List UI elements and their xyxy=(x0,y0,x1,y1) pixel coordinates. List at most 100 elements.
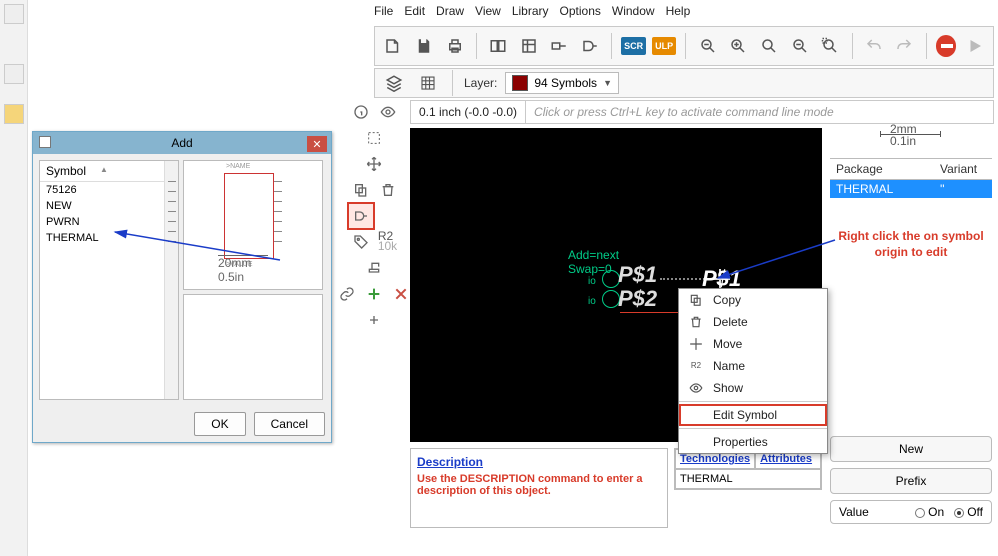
dialog-icon xyxy=(39,136,51,148)
select-icon[interactable] xyxy=(362,126,386,150)
symbol-list-header[interactable]: Symbol▲ xyxy=(40,161,178,182)
print-icon[interactable] xyxy=(442,33,467,59)
tech-row[interactable]: THERMAL xyxy=(675,469,821,489)
cancel-button[interactable]: Cancel xyxy=(254,412,325,436)
zoom-out-icon[interactable] xyxy=(695,33,720,59)
list-item[interactable]: PWRN xyxy=(40,214,178,230)
move-icon xyxy=(687,337,705,351)
preview-ruler: 20mm0.5in xyxy=(218,255,288,284)
package-col[interactable]: Package xyxy=(830,159,934,179)
menu-help[interactable]: Help xyxy=(666,4,691,18)
list-item[interactable]: THERMAL xyxy=(40,230,178,246)
prefix-button[interactable]: Prefix xyxy=(830,468,992,494)
redo-icon[interactable] xyxy=(892,33,917,59)
variant-col[interactable]: Variant xyxy=(934,159,992,179)
trash-icon xyxy=(687,315,705,329)
paint-icon[interactable] xyxy=(362,256,386,280)
menu-view[interactable]: View xyxy=(475,4,501,18)
package-name: THERMAL xyxy=(830,180,934,198)
close-icon[interactable]: ✕ xyxy=(307,136,327,152)
command-line[interactable]: Click or press Ctrl+L key to activate co… xyxy=(526,105,993,119)
canvas-pin-name: P$1 xyxy=(618,262,657,288)
plus-small-icon[interactable] xyxy=(362,308,386,332)
plus-icon[interactable] xyxy=(362,282,386,306)
tag-icon[interactable] xyxy=(349,230,373,254)
gate-icon[interactable] xyxy=(578,33,603,59)
ctx-copy[interactable]: Copy xyxy=(679,289,827,311)
ctx-separator xyxy=(679,401,827,402)
toolbar-separator xyxy=(611,33,612,59)
symbol-list[interactable]: Symbol▲ 75126 NEW PWRN THERMAL xyxy=(39,160,179,400)
menu-options[interactable]: Options xyxy=(560,4,601,18)
canvas-io-label: io xyxy=(588,276,596,287)
scr-button[interactable]: SCR xyxy=(621,37,646,55)
app-left-gutter xyxy=(0,0,28,556)
ctx-delete-label: Delete xyxy=(713,315,748,329)
zoom-fit-icon[interactable] xyxy=(757,33,782,59)
link-icon[interactable] xyxy=(335,282,359,306)
toolbar-separator xyxy=(852,33,853,59)
list-item[interactable]: NEW xyxy=(40,198,178,214)
value-off-label: Off xyxy=(967,505,983,519)
manage-icon[interactable] xyxy=(517,33,542,59)
ctx-name[interactable]: R2 Name xyxy=(679,355,827,377)
menu-edit[interactable]: Edit xyxy=(404,4,425,18)
value-toggle: Value On Off xyxy=(830,500,992,524)
toolbar-separator xyxy=(476,33,477,59)
context-menu: Copy Delete Move R2 Name Show Edit Symbo… xyxy=(678,288,828,454)
grid-icon[interactable] xyxy=(415,70,441,96)
ulp-button[interactable]: ULP xyxy=(652,37,677,55)
value-label: Value xyxy=(839,505,869,519)
trash-icon[interactable] xyxy=(376,178,400,202)
run-icon[interactable] xyxy=(962,33,987,59)
ctx-separator xyxy=(679,428,827,429)
ctx-properties[interactable]: Properties xyxy=(679,431,827,453)
new-button[interactable]: New xyxy=(830,436,992,462)
menu-draw[interactable]: Draw xyxy=(436,4,464,18)
stop-icon[interactable] xyxy=(936,35,957,57)
ctx-edit-symbol[interactable]: Edit Symbol xyxy=(679,404,827,426)
value-on-radio[interactable] xyxy=(915,508,925,518)
annotation-note: Right click the on symbol origin to edit xyxy=(830,228,992,260)
package-row-selected[interactable]: THERMAL '' xyxy=(830,180,992,198)
menu-window[interactable]: Window xyxy=(612,4,655,18)
eye-icon[interactable] xyxy=(376,100,400,124)
eye-icon xyxy=(687,381,705,395)
ctx-move-label: Move xyxy=(713,337,742,351)
ctx-delete[interactable]: Delete xyxy=(679,311,827,333)
menu-library[interactable]: Library xyxy=(512,4,549,18)
zoom-redraw-icon[interactable] xyxy=(787,33,812,59)
value-off-radio[interactable] xyxy=(954,508,964,518)
ctx-name-label: Name xyxy=(713,359,745,373)
info-icon[interactable] xyxy=(349,100,373,124)
coordinates: 0.1 inch (-0.0 -0.0) xyxy=(411,101,526,123)
add-part-icon[interactable] xyxy=(349,204,373,228)
book-icon[interactable] xyxy=(486,33,511,59)
schematic-icon[interactable] xyxy=(547,33,572,59)
zoom-select-icon[interactable] xyxy=(818,33,843,59)
layer-select[interactable]: 94 Symbols ▼ xyxy=(505,72,619,94)
dialog-titlebar[interactable]: Add ✕ xyxy=(33,132,331,154)
scrollbar[interactable] xyxy=(164,161,178,399)
open-icon[interactable] xyxy=(381,33,406,59)
gutter-block xyxy=(4,104,24,124)
canvas-pin-name: P$2 xyxy=(618,286,657,312)
ctx-show[interactable]: Show xyxy=(679,377,827,399)
layer-label: Layer: xyxy=(464,76,497,90)
description-heading[interactable]: Description xyxy=(417,455,483,469)
move-icon[interactable] xyxy=(362,152,386,176)
layers-icon[interactable] xyxy=(381,70,407,96)
dialog-title: Add xyxy=(171,136,192,150)
description-panel: Description Use the DESCRIPTION command … xyxy=(410,448,668,528)
toolbar-separator xyxy=(926,33,927,59)
ctx-move[interactable]: Move xyxy=(679,333,827,355)
zoom-in-icon[interactable] xyxy=(726,33,751,59)
menu-file[interactable]: File xyxy=(374,4,393,18)
ok-button[interactable]: OK xyxy=(194,412,245,436)
list-item[interactable]: 75126 xyxy=(40,182,178,198)
name-tool-icon[interactable]: R210k xyxy=(376,230,400,254)
copy-icon[interactable] xyxy=(349,178,373,202)
undo-icon[interactable] xyxy=(861,33,886,59)
ruler: 2mm 0.1in xyxy=(830,128,992,158)
save-icon[interactable] xyxy=(412,33,437,59)
